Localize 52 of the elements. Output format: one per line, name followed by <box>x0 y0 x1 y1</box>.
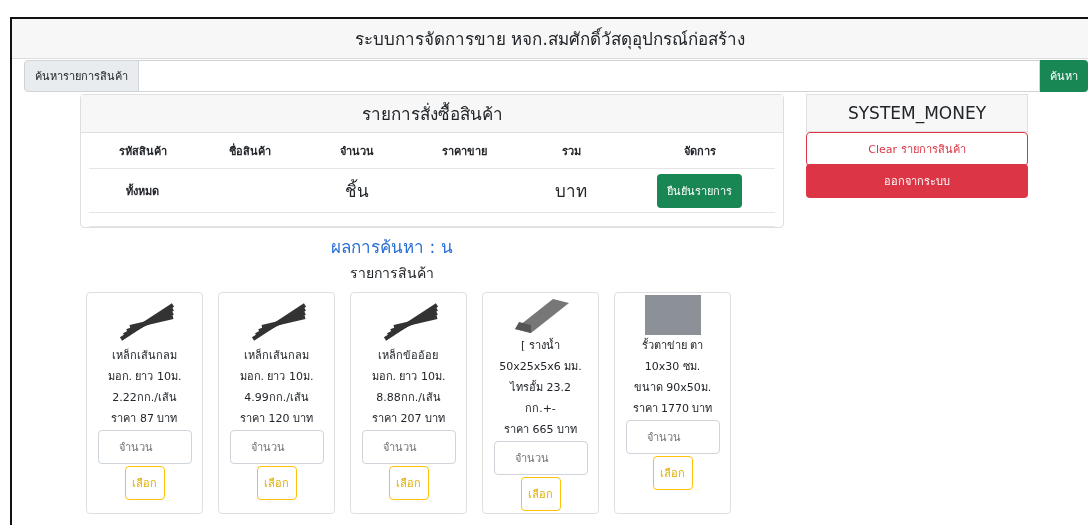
product-text: ราคา 87 บาท <box>111 411 178 427</box>
table-cell-text: บาท <box>555 180 588 203</box>
product-text: ราคา 1770 บาท <box>632 401 713 417</box>
wire-mesh-photo-placeholder <box>644 295 701 335</box>
product-text: กก.+- <box>525 401 556 417</box>
search-result-heading: ผลการค้นหา : น <box>331 236 453 259</box>
page-title: ระบบการจัดการขาย หจก.สมศักดิ์วัสดุอุปกรณ์ก่อสร้าง <box>355 26 745 52</box>
clear-button[interactable]: Clear รายการสินค้า <box>806 132 1028 166</box>
product-text: ราคา 120 บาท <box>240 411 313 427</box>
product-text: เหล็กข้ออ้อย <box>378 347 439 364</box>
search-label: ค้นหารายการสินค้า <box>24 60 139 92</box>
select-button[interactable]: เลือก <box>388 466 429 500</box>
select-button[interactable]: เลือก <box>256 466 297 500</box>
column-header: ราคาขาย <box>441 143 487 160</box>
search-button[interactable]: ค้นหา <box>1040 60 1088 92</box>
product-text: เหล็กเส้นกลม <box>112 347 177 364</box>
search-field[interactable] <box>139 60 1040 92</box>
quantity-field[interactable]: จำนวน <box>493 441 588 475</box>
product-text: ไทรอั้ม 23.2 <box>510 379 571 396</box>
column-header: ชื่อสินค้า <box>228 142 271 160</box>
select-button[interactable]: เลือก <box>652 456 693 490</box>
quantity-field[interactable]: จำนวน <box>229 430 324 464</box>
product-text: มอก. ยาว 10ม. <box>371 369 446 385</box>
product-text: รั้วตาข่าย ตา <box>641 337 704 354</box>
product-text: มอก. ยาว 10ม. <box>107 369 182 385</box>
product-text: 4.99กก./เส้น <box>244 390 309 406</box>
product-text: 10x30 ซม. <box>644 359 701 375</box>
quantity-field[interactable]: จำนวน <box>625 420 720 454</box>
confirm-button[interactable]: ยืนยันรายการ <box>657 173 743 208</box>
column-header: จำนวน <box>339 143 374 160</box>
column-header: จัดการ <box>683 143 716 160</box>
product-text: 50x25x5x6 มม. <box>499 359 582 375</box>
side-panel-title: SYSTEM_MONEY <box>847 103 987 123</box>
product-text: เหล็กเส้นกลม <box>244 347 309 364</box>
table-cell-text: ทั้งหมด <box>126 182 160 200</box>
product-text: ราคา 207 บาท <box>372 411 445 427</box>
product-text: 2.22กก./เส้น <box>112 390 177 406</box>
product-text: 8.88กก./เส้น <box>376 390 441 406</box>
column-header: รหัสสินค้า <box>118 143 167 160</box>
logout-button[interactable]: ออกจากระบบ <box>806 164 1028 198</box>
quantity-field[interactable]: จำนวน <box>361 430 456 464</box>
product-text: ราคา 665 บาท <box>504 422 577 438</box>
quantity-field[interactable]: จำนวน <box>97 430 192 464</box>
product-list-heading: รายการสินค้า <box>350 264 434 283</box>
select-button[interactable]: เลือก <box>520 477 561 511</box>
select-button[interactable]: เลือก <box>124 466 165 500</box>
order-title: รายการสั่งซื้อสินค้า <box>361 101 503 126</box>
product-text: ขนาด 90x50ม. <box>633 380 712 396</box>
product-text: มอก. ยาว 10ม. <box>239 369 314 385</box>
column-header: รวม <box>561 143 581 160</box>
product-text: [ รางน้ำ <box>521 337 560 354</box>
table-cell-text: ชิ้น <box>344 178 369 203</box>
